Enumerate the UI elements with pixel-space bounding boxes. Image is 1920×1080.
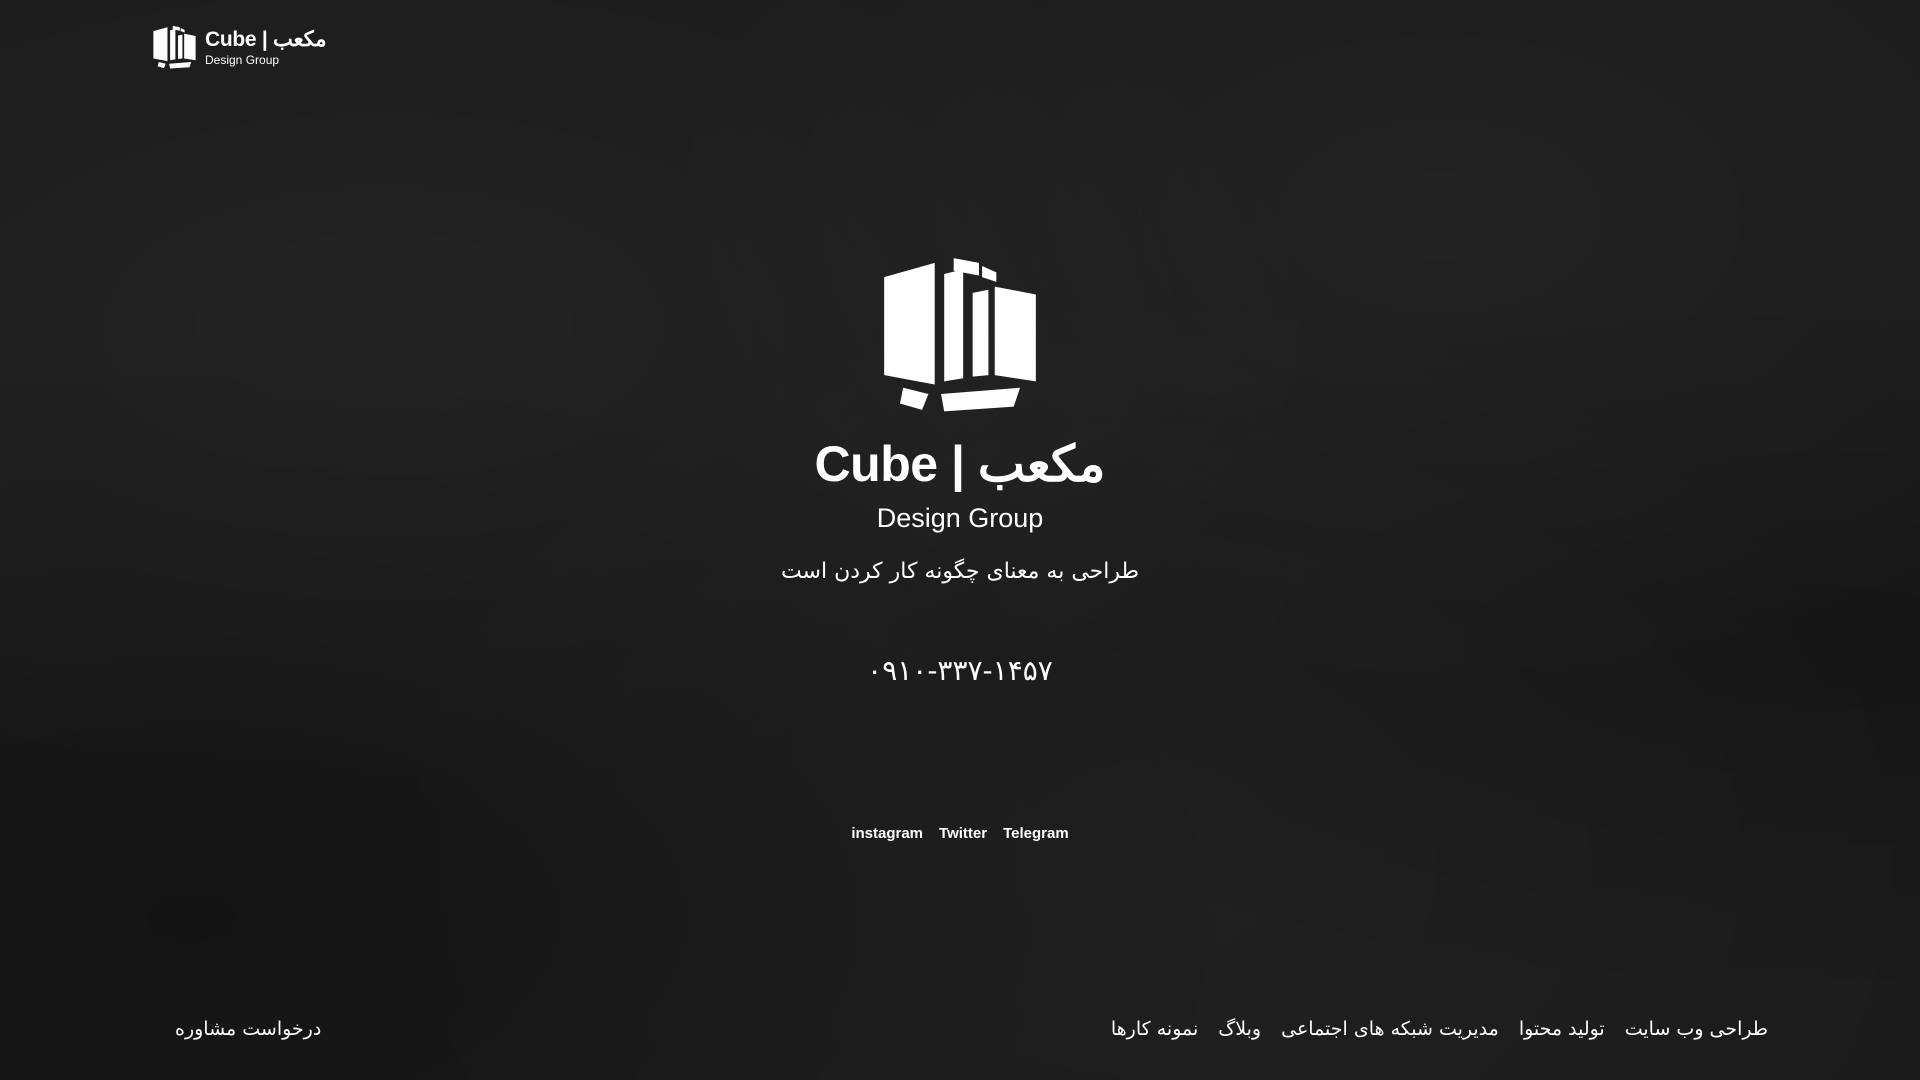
footer-nav: طراحی وب سایت تولید محتوا مدیریت شبکه ها…: [1111, 1018, 1768, 1040]
social-links: instagram Twitter Telegram: [0, 825, 1920, 842]
header-logo-name: Cube | مکعب: [205, 27, 327, 51]
instagram-link[interactable]: instagram: [851, 825, 923, 842]
hero-section: Cube | مکعب Design Group طراحی به معنای …: [0, 255, 1920, 685]
consultation-request-link[interactable]: درخواست مشاوره: [175, 1018, 321, 1040]
brand-subtitle: Design Group: [876, 503, 1044, 533]
header-logo-link[interactable]: Cube | مکعب Design Group: [152, 24, 327, 70]
tagline: طراحی به معنای چگونه کار کردن است: [780, 559, 1140, 584]
nav-content-production[interactable]: تولید محتوا: [1519, 1018, 1605, 1040]
brand-title: Cube | مکعب: [814, 436, 1106, 492]
phone-number[interactable]: ۰۹۱۰-۳۳۷-۱۴۵۷: [867, 657, 1053, 685]
nav-web-design[interactable]: طراحی وب سایت: [1625, 1018, 1768, 1040]
cube-logo-icon: [152, 25, 197, 69]
cube-logo-icon: [880, 255, 1040, 413]
twitter-link[interactable]: Twitter: [939, 825, 987, 842]
nav-blog[interactable]: وبلاگ: [1218, 1018, 1261, 1040]
telegram-link[interactable]: Telegram: [1003, 825, 1069, 842]
nav-portfolio[interactable]: نمونه کارها: [1111, 1018, 1198, 1040]
header-logo-subtitle: Design Group: [205, 52, 280, 67]
nav-social-media-management[interactable]: مدیریت شبکه های اجتماعی: [1281, 1018, 1499, 1040]
